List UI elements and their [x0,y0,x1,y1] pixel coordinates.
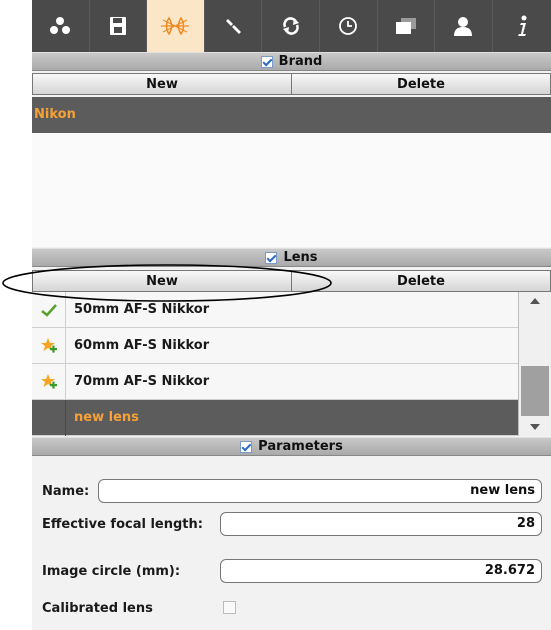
lens-status-cell [32,363,66,400]
image-circle-field[interactable]: 28.672 [220,559,542,583]
name-row: Name: new lens [32,478,551,504]
image-circle-row: Image circle (mm): 28.672 [32,558,551,584]
star-plus-icon [40,373,57,389]
lens-list-item[interactable]: 60mm AF-S Nikkor [32,327,518,364]
parameters-section-checkbox[interactable] [240,440,253,453]
parameters-section-title: Parameters [258,439,343,454]
lens-status-cell [32,399,66,436]
parameters-panel: Name: new lens Effective focal length: 2… [32,456,551,630]
user-icon [454,17,473,36]
brand-button-row: New Delete [32,73,551,95]
scroll-up-button[interactable] [519,292,551,310]
tab-lens[interactable] [147,0,205,52]
calibrated-row: Calibrated lens [32,595,551,621]
brand-delete-button[interactable]: Delete [292,73,551,95]
checkmark-icon [40,303,57,317]
tab-windows[interactable] [378,0,436,52]
lens-section-checkbox[interactable] [265,251,278,264]
windows-icon [395,18,416,34]
wrench-icon [226,19,242,34]
tab-user[interactable] [435,0,493,52]
lens-new-button[interactable]: New [32,270,292,292]
focal-length-row: Effective focal length: 28 [32,511,551,537]
lens-button-row: New Delete [32,270,551,292]
name-field[interactable]: new lens [98,479,542,503]
arrow-down-icon [530,424,540,430]
lens-item-label: 60mm AF-S Nikkor [74,338,210,353]
lens-section-header: Lens [32,248,551,267]
lens-icon [161,16,190,36]
lens-list: 50mm AF-S Nikkor 60mm AF-S Nikkor 70mm A… [32,291,551,436]
focal-length-label: Effective focal length: [42,516,203,532]
tab-tools[interactable] [205,0,263,52]
lens-list-item[interactable]: 50mm AF-S Nikkor [32,291,518,328]
star-plus-icon [40,337,57,353]
info-icon [517,15,527,36]
clock-icon [339,17,358,35]
calibrated-checkbox[interactable] [223,601,236,614]
brand-section-title: Brand [278,54,323,69]
lens-item-label: new lens [74,410,139,425]
lens-status-cell [32,327,66,364]
lens-section-title: Lens [283,250,318,265]
lens-list-item[interactable]: 70mm AF-S Nikkor [32,363,518,400]
lens-item-label: 50mm AF-S Nikkor [74,302,210,317]
lens-status-cell [32,291,66,328]
brand-new-button[interactable]: New [32,73,292,95]
lens-list-scrollbar[interactable] [518,292,551,436]
lens-delete-button[interactable]: Delete [292,270,551,292]
arrow-up-icon [530,298,540,304]
refresh-icon [282,17,299,35]
brand-section-header: Brand [32,52,551,71]
toolbar [32,0,551,52]
save-icon [109,17,126,35]
lens-list-item[interactable]: new lens [32,399,518,436]
tab-nodes[interactable] [32,0,90,52]
calibrated-label: Calibrated lens [42,600,153,616]
tab-info[interactable] [493,0,551,52]
lens-editor-panel: Brand New Delete Nikon Lens New Delete 5… [32,0,551,630]
name-label: Name: [42,483,90,499]
lens-item-label: 70mm AF-S Nikkor [74,374,210,389]
parameters-section-header: Parameters [32,437,551,456]
nodes-icon [50,17,71,34]
tab-history[interactable] [320,0,378,52]
brand-item-label: Nikon [34,107,76,122]
focal-length-field[interactable]: 28 [220,512,542,536]
brand-section-checkbox[interactable] [260,55,273,68]
brand-list: Nikon [32,97,551,247]
scroll-down-button[interactable] [519,418,551,436]
tab-refresh[interactable] [262,0,320,52]
image-circle-label: Image circle (mm): [42,563,181,579]
brand-list-item[interactable]: Nikon [32,97,551,133]
scroll-thumb[interactable] [521,366,549,416]
tab-save[interactable] [90,0,148,52]
